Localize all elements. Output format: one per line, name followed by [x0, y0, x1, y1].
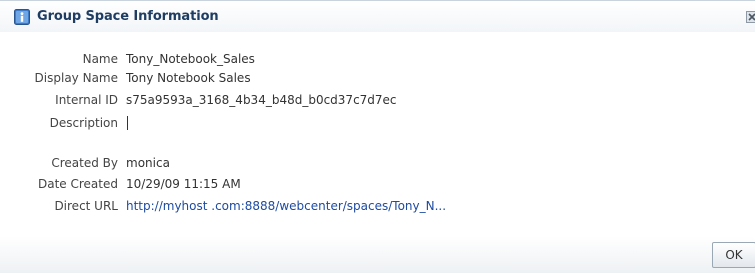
- description-label: Description: [49, 116, 118, 130]
- created-by-label: Created By: [51, 156, 118, 170]
- group-space-info-dialog: Group Space Information Name Tony_Notebo…: [0, 0, 755, 273]
- dialog-titlebar: Group Space Information: [0, 0, 755, 32]
- internal-id-value: s75a9593a_3168_4b34_b48d_b0cd37c7d7ec: [126, 93, 397, 107]
- close-icon[interactable]: [746, 11, 755, 23]
- date-created-label: Date Created: [38, 177, 118, 191]
- display-name-value: Tony Notebook Sales: [126, 71, 251, 85]
- direct-url-label: Direct URL: [54, 199, 118, 213]
- info-icon: [14, 9, 30, 25]
- display-name-label: Display Name: [34, 71, 118, 85]
- name-value: Tony_Notebook_Sales: [126, 52, 255, 66]
- dialog-footer: [0, 236, 755, 273]
- created-by-value: monica: [126, 156, 170, 170]
- name-label: Name: [82, 52, 118, 66]
- ok-button[interactable]: OK: [712, 242, 755, 268]
- date-created-value: 10/29/09 11:15 AM: [126, 177, 241, 191]
- internal-id-label: Internal ID: [55, 93, 118, 107]
- direct-url-link[interactable]: http://myhost .com:8888/webcenter/spaces…: [126, 197, 446, 215]
- text-cursor: [127, 116, 128, 130]
- dialog-title: Group Space Information: [37, 9, 219, 24]
